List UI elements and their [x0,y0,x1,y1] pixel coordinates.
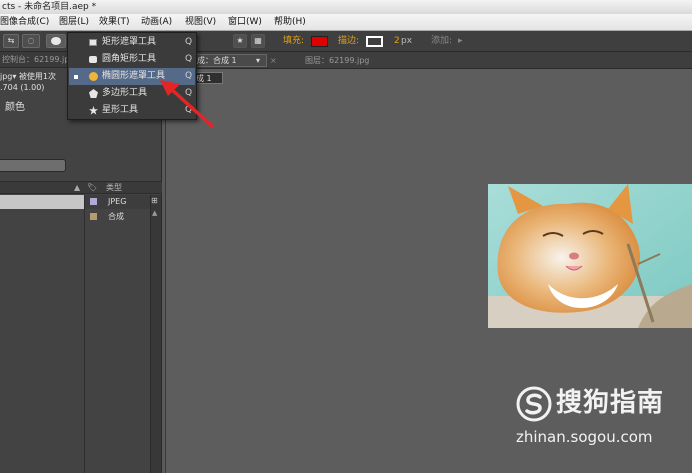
title-bar: cts - 未命名项目.aep * [0,0,692,14]
item-type: JPEG [108,197,127,206]
menu-item-rectangle-tool[interactable]: 矩形遮罩工具 Q [69,34,195,51]
fill-color-swatch[interactable] [311,36,328,47]
label-tag-icon[interactable]: 🏷 [87,182,97,194]
viewer-tab-bar: ⊗ 合成：合成 1 ▾ × 图层：62199.jpg [165,52,692,69]
item-type: 合成 [108,212,124,221]
layer-tab[interactable]: 图层：62199.jpg [305,55,369,67]
layer-tab-close-icon[interactable]: × [270,55,277,67]
composition-tab-dropdown[interactable]: 合成：合成 1 ▾ [185,54,267,67]
stroke-label: 描边: [338,36,360,46]
project-column-header: ▲ 🏷 类型 [0,181,162,194]
watermark-url: zhinan.sogou.com [516,428,653,446]
stroke-width-value[interactable]: 2 [394,35,400,47]
project-scrollbar[interactable]: ⊞ ▲ [150,195,161,473]
viewer-divider [165,84,166,473]
polygon-icon [89,89,98,98]
composition-image [488,184,692,328]
column-type-header[interactable]: 类型 [106,182,122,194]
menu-item-label: 多边形工具 [102,88,148,98]
label-color-swatch [90,198,97,205]
cat-photo [488,184,692,328]
watermark: 搜狗指南 zhinan.sogou.com [512,382,687,452]
menu-item-shortcut: Q [185,37,193,47]
menu-window[interactable]: 窗口(W) [228,14,262,31]
menu-item-rounded-rectangle-tool[interactable]: 圆角矩形工具 Q [69,51,195,68]
flowchart-icon[interactable]: ⊞ [151,195,158,207]
table-row[interactable]: 合成 [84,210,150,224]
search-input[interactable] [0,159,66,172]
shape-tool-button[interactable] [46,34,66,48]
fill-label: 填充: [283,36,305,46]
menu-layer[interactable]: 图层(L) [59,14,89,31]
menu-view[interactable]: 视图(V) [185,14,216,31]
menu-bar: 图像合成(C) 图层(L) 效果(T) 动画(A) 视图(V) 窗口(W) 帮助… [0,14,692,31]
label-color-swatch [90,213,97,220]
menu-item-label: 圆角矩形工具 [102,54,157,64]
mask-tool-icon[interactable]: ◌ [22,34,40,48]
checkmark-icon [74,75,78,79]
pan-behind-tool-icon[interactable]: ⇆ [3,34,19,48]
add-label[interactable]: 添加: [431,35,452,47]
table-row[interactable]: JPEG [84,195,150,209]
panel-toggle-icon[interactable]: ▦ [251,34,265,48]
stroke-color-swatch[interactable] [366,36,383,47]
menu-item-label: 星形工具 [102,105,139,115]
stroke-width-unit: px [401,36,413,46]
menu-animation[interactable]: 动画(A) [141,14,172,31]
menu-help[interactable]: 帮助(H) [274,14,306,31]
rectangle-icon [89,39,97,46]
annotation-arrow-icon [160,80,214,128]
rounded-rectangle-icon [89,56,97,63]
star-toggle-icon[interactable]: ★ [233,34,247,48]
menu-item-label: 矩形遮罩工具 [102,37,157,47]
add-dropdown-icon[interactable]: ▸ [458,35,463,47]
chevron-down-icon: ▾ [256,56,261,65]
menu-effect[interactable]: 效果(T) [99,14,130,31]
file-dimensions: .704 (1.00) [0,83,45,92]
scroll-up-icon[interactable]: ▲ [152,207,157,219]
menu-composition[interactable]: 图像合成(C) [0,14,49,31]
effect-controls-tab[interactable]: 控制台：62199.jpg [2,54,74,66]
menu-item-shortcut: Q [185,54,193,64]
watermark-brand: 搜狗指南 [556,388,665,418]
sogou-logo-icon [516,386,552,422]
color-label: 颜色 [5,102,25,113]
ellipse-icon [89,72,98,81]
window-title: cts - 未命名项目.aep * [2,2,97,12]
project-item-row-selected[interactable] [0,195,84,209]
column-divider [84,195,85,473]
ellipse-icon [51,37,61,45]
star-icon [89,106,98,115]
sort-up-icon[interactable]: ▲ [74,182,80,194]
